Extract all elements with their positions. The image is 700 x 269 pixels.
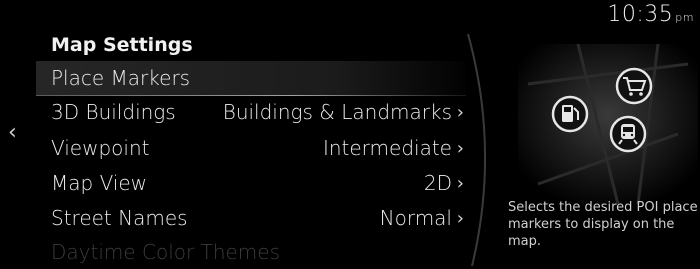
menu-title: Map Settings [51,34,193,56]
menu-item-viewpoint[interactable]: Viewpoint Intermediate › [36,131,466,165]
menu-item-label: Place Markers [51,66,191,90]
menu-item-label: Daytime Color Themes [51,240,281,264]
fuel-station-icon [551,95,589,133]
menu-item-value: Intermediate [322,136,452,160]
setting-description: Selects the desired POI place markers to… [508,200,698,249]
menu-item-street-names[interactable]: Street Names Normal › [36,201,466,235]
menu-item-daytime-color-themes[interactable]: Daytime Color Themes [36,235,466,269]
menu-item-place-markers[interactable]: Place Markers [36,61,466,96]
menu-item-label: Street Names [51,206,188,230]
menu-item-3d-buildings[interactable]: 3D Buildings Buildings & Landmarks › [36,95,466,129]
divider-arc [467,34,487,266]
train-station-icon [609,115,647,153]
poi-preview-illustration [518,44,698,204]
shopping-cart-icon [615,67,653,105]
clock-time: 10:35 [607,2,674,27]
menu-item-label: 3D Buildings [51,100,176,124]
menu-item-map-view[interactable]: Map View 2D › [36,166,466,200]
clock-ampm: pm [675,11,694,24]
menu-item-label: Map View [51,171,148,195]
menu-item-label: Viewpoint [51,136,150,160]
back-arrow-icon[interactable]: ‹ [8,121,24,145]
clock: 10:35 pm [607,2,694,27]
menu-item-value: Buildings & Landmarks [222,100,452,124]
